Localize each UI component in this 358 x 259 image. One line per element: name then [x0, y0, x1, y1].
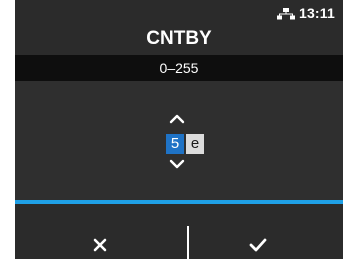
ok-button[interactable] — [189, 226, 343, 259]
page-title: CNTBY — [146, 28, 212, 49]
clock: 13:11 — [298, 5, 335, 21]
printer-screen: 13:11 CNTBY 0–255 5 e — [15, 0, 343, 259]
chevron-down-icon[interactable] — [169, 159, 185, 169]
cancel-button[interactable] — [15, 226, 187, 259]
value-editor: 5 e — [15, 81, 343, 200]
range-label: 0–255 — [15, 55, 343, 81]
digit-selected[interactable]: 5 — [166, 134, 184, 154]
close-icon — [93, 238, 107, 252]
network-icon — [277, 8, 295, 20]
status-bar: 13:11 — [15, 0, 343, 26]
digit-unselected[interactable]: e — [186, 134, 204, 154]
chevron-up-icon[interactable] — [169, 114, 185, 124]
checkmark-icon — [249, 238, 267, 252]
footer-bar — [15, 204, 343, 259]
